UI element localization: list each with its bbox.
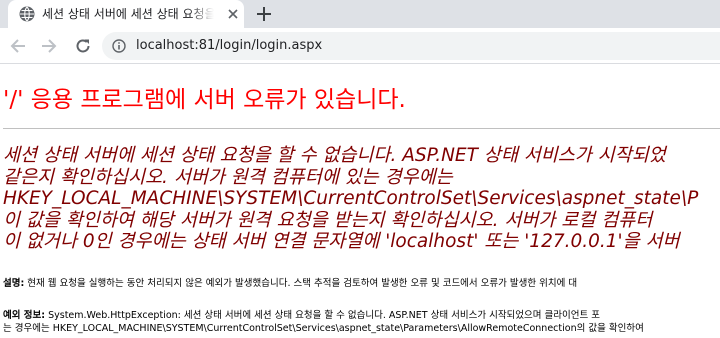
- url-text[interactable]: localhost:81/login/login.aspx: [136, 38, 322, 54]
- forward-arrow-icon[interactable]: [40, 37, 58, 55]
- error-message-line: 이 없거나 0인 경우에는 상태 서버 연결 문자열에 'localhost' …: [3, 231, 680, 252]
- exception-text-continued: 는 경우에는 HKEY_LOCAL_MACHINE\SYSTEM\Current…: [3, 323, 644, 334]
- exception-text: System.Web.HttpException: 세션 상태 서버에 세션 상…: [45, 310, 600, 321]
- error-message-line: 같은지 확인하십시오. 서버가 원격 컴퓨터에 있는 경우에는: [3, 166, 453, 188]
- globe-icon: [19, 6, 35, 22]
- url-path: :81/login/login.aspx: [194, 38, 323, 53]
- address-bar[interactable]: localhost:81/login/login.aspx: [102, 32, 720, 60]
- url-host: localhost: [136, 38, 195, 53]
- back-arrow-icon[interactable]: [9, 37, 27, 55]
- error-message-line: 이 값을 확인하여 해당 서버가 원격 요청을 받는지 확인하십시오. 서버가 …: [3, 209, 653, 231]
- close-icon[interactable]: [226, 7, 240, 21]
- tab-strip: 세션 상태 서버에 세션 상태 요청을 할 수 없습니다: [0, 0, 720, 28]
- description-text: 현재 웹 요청을 실행하는 동안 처리되지 않은 예외가 발생했습니다. 스택 …: [24, 278, 578, 289]
- error-heading: '/' 응용 프로그램에 서버 오류가 있습니다.: [3, 87, 406, 113]
- reload-icon[interactable]: [74, 37, 92, 55]
- error-message: 세션 상태 서버에 세션 상태 요청을 할 수 없습니다. ASP.NET 상태…: [3, 145, 720, 253]
- divider: [3, 128, 720, 129]
- browser-tab[interactable]: 세션 상태 서버에 세션 상태 요청을 할 수 없습니다: [8, 0, 244, 28]
- error-message-line: HKEY_LOCAL_MACHINE\SYSTEM\CurrentControl…: [3, 188, 699, 209]
- info-icon[interactable]: [112, 39, 126, 53]
- new-tab-plus-icon[interactable]: [255, 5, 273, 23]
- tab-title: 세션 상태 서버에 세션 상태 요청을 할 수 없습니다: [42, 7, 214, 21]
- browser-toolbar: localhost:81/login/login.aspx: [0, 28, 720, 64]
- page-content: '/' 응용 프로그램에 서버 오류가 있습니다. 세션 상태 서버에 세션 상…: [0, 64, 720, 338]
- description-label: 설명:: [3, 278, 25, 289]
- error-message-line: 세션 상태 서버에 세션 상태 요청을 할 수 없습니다. ASP.NET 상태…: [3, 145, 666, 166]
- exception-label: 예외 정보:: [3, 310, 46, 321]
- description: 설명: 현재 웹 요청을 실행하는 동안 처리되지 않은 예외가 발생했습니다.…: [3, 278, 577, 290]
- exception-details: 예외 정보: System.Web.HttpException: 세션 상태 서…: [3, 309, 644, 335]
